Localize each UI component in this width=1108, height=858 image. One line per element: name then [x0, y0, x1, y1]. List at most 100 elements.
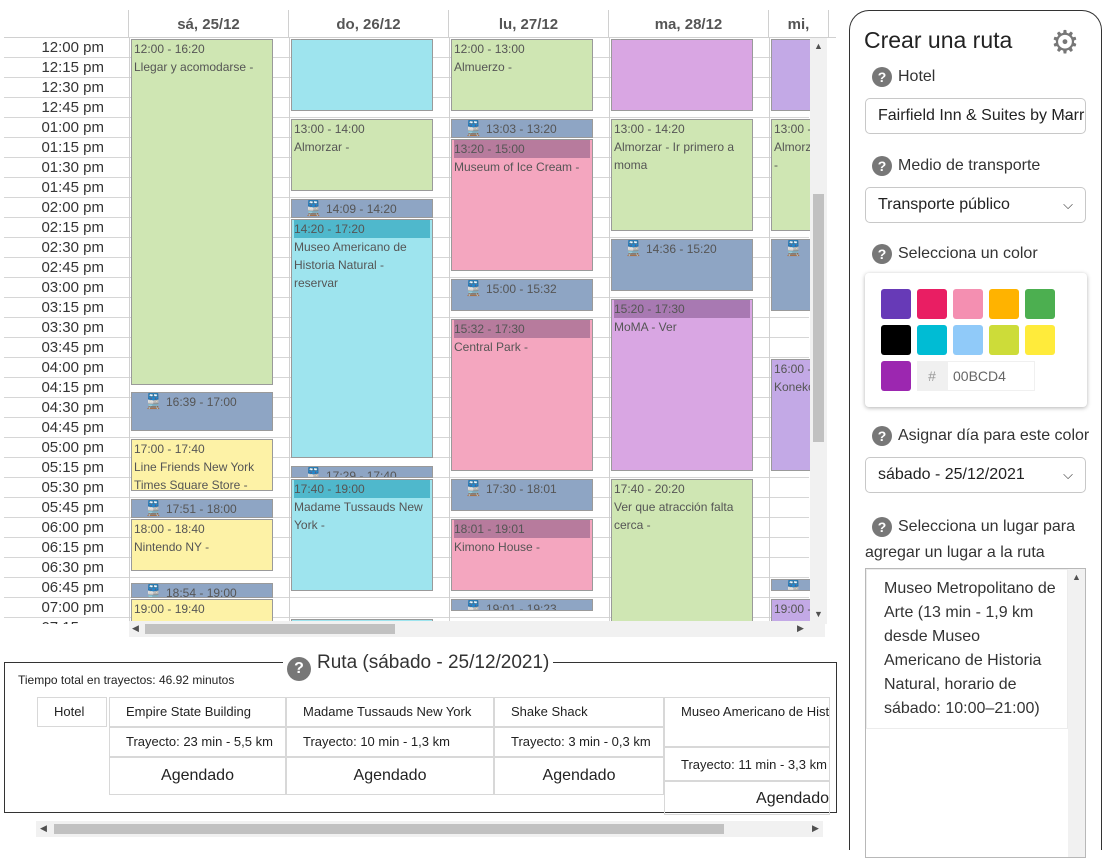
color-swatch[interactable]: [917, 325, 947, 355]
route-stop-name[interactable]: Madame Tussauds New York: [286, 697, 494, 727]
transit-event[interactable]: 🚆 18:54 - 19:00: [131, 583, 273, 598]
help-icon[interactable]: ?: [872, 516, 892, 537]
time-label: 12:30 pm: [41, 79, 104, 96]
color-swatch[interactable]: [953, 289, 983, 319]
day-select[interactable]: sábado - 25/12/2021 ⌵: [865, 457, 1086, 493]
event-time: 🚆 17:51 - 18:00: [134, 500, 270, 517]
day-header-mon[interactable]: lu, 27/12: [449, 10, 609, 38]
event-title: Central Park -: [454, 340, 529, 354]
color-swatch[interactable]: [989, 289, 1019, 319]
event-time: 🚆 15:00 - 15:32: [454, 280, 590, 298]
calendar-event[interactable]: 13:00 - 14:20 Almorzar -: [771, 119, 811, 232]
calendar-event[interactable]: [291, 39, 433, 112]
route-stop-name[interactable]: Shake Shack: [494, 697, 664, 727]
route-panel: ? Ruta (sábado - 25/12/2021) Tiempo total…: [4, 649, 837, 815]
transit-event[interactable]: 🚆 17:30 - 18:01: [451, 479, 593, 512]
transit-event[interactable]: 🚆 14:36 - 15:20: [611, 239, 753, 292]
color-swatch[interactable]: [1025, 289, 1055, 319]
gear-icon[interactable]: ⚙: [1048, 25, 1082, 59]
route-origin-hotel[interactable]: Hotel: [37, 697, 107, 727]
day-header-wed[interactable]: mi,: [769, 10, 829, 38]
time-label: 12:15 pm: [41, 59, 104, 76]
transit-event[interactable]: 🚆 17:29 - 17:40: [291, 465, 433, 478]
transit-event[interactable]: 🚆: [771, 579, 811, 592]
calendar-hscroll-thumb[interactable]: [145, 624, 395, 634]
route-hscroll-thumb[interactable]: [54, 824, 724, 834]
calendar-event[interactable]: [611, 39, 753, 112]
calendar-event[interactable]: 13:20 - 15:00 Museum of Ice Cream -: [451, 139, 593, 272]
calendar-event[interactable]: 17:40 - 20:20 Ver que atracción falta cer…: [611, 479, 753, 624]
scroll-up-arrow-icon[interactable]: ▲: [1072, 572, 1081, 582]
transit-event[interactable]: 🚆 13:03 - 13:20: [451, 119, 593, 138]
place-option[interactable]: Museo Metropolitano de Arte (13 min - 1,…: [866, 569, 1068, 729]
color-swatch[interactable]: [881, 361, 911, 391]
transport-select[interactable]: Transporte público ⌵: [865, 187, 1086, 223]
calendar-event[interactable]: 17:40 - 19:00 Madame Tussauds New York -: [291, 479, 433, 592]
route-horizontal-scrollbar[interactable]: ◀ ▶: [36, 821, 823, 837]
scroll-up-arrow-icon[interactable]: ▲: [814, 41, 823, 51]
calendar-event[interactable]: 15:32 - 17:30 Central Park -: [451, 319, 593, 472]
calendar-event[interactable]: 18:01 - 19:01 Kimono House -: [451, 519, 593, 592]
help-icon[interactable]: ?: [872, 244, 892, 264]
train-icon: 🚆: [144, 393, 163, 411]
hotel-select-value: Fairfield Inn & Suites by Marriott New Y…: [878, 107, 1085, 124]
color-swatch[interactable]: [881, 289, 911, 319]
transit-event[interactable]: 🚆 14:09 - 14:20: [291, 199, 433, 218]
calendar-grid[interactable]: 12:00 pm 12:15 pm 12:30 pm 12:45 pm 01:00 pm…: [4, 38, 836, 624]
transit-event[interactable]: 🚆: [771, 239, 811, 312]
help-icon[interactable]: ?: [287, 657, 311, 681]
help-icon[interactable]: ?: [872, 156, 892, 176]
route-stop-status[interactable]: Agendado: [664, 781, 830, 815]
color-swatch[interactable]: [917, 289, 947, 319]
place-label-text: Selecciona un lugar para agregar un luga…: [865, 518, 1076, 561]
header-corner: [4, 10, 129, 38]
color-swatch[interactable]: [989, 325, 1019, 355]
route-stop-name[interactable]: Empire State Building: [109, 697, 286, 727]
places-listbox[interactable]: Museo Metropolitano de Arte (13 min - 1,…: [865, 568, 1086, 858]
color-swatch[interactable]: [953, 325, 983, 355]
transit-event[interactable]: 🚆 17:51 - 18:00: [131, 499, 273, 518]
calendar-event[interactable]: 15:20 - 17:30 MoMA - Ver: [611, 299, 753, 472]
transit-event[interactable]: 🚆 19:01 - 19:23: [451, 599, 593, 612]
route-stop-name[interactable]: Museo Americano de Historia Natural: [664, 697, 830, 747]
event-title: Koneko: [774, 380, 811, 394]
scroll-down-arrow-icon[interactable]: ▼: [814, 609, 823, 619]
time-label: 05:15 pm: [41, 459, 104, 476]
scroll-right-arrow-icon[interactable]: ▶: [812, 823, 819, 834]
day-header-sat[interactable]: sá, 25/12: [129, 10, 289, 38]
calendar-event[interactable]: 16:00 - Koneko: [771, 359, 811, 472]
calendar-event[interactable]: 12:00 - 16:20 Llegar y acomodarse -: [131, 39, 273, 385]
calendar-vertical-scrollbar[interactable]: ▲ ▼: [810, 38, 827, 624]
calendar-event[interactable]: 13:00 - 14:20 Almorzar - Ir primero a mom…: [611, 119, 753, 232]
help-icon[interactable]: ?: [872, 426, 892, 446]
transit-event[interactable]: 🚆 16:39 - 17:00: [131, 392, 273, 432]
color-swatch[interactable]: [881, 325, 911, 355]
calendar-horizontal-scrollbar[interactable]: ◀ ▶: [129, 621, 825, 637]
calendar-event[interactable]: 17:00 - 17:40 Line Friends New York Times…: [131, 439, 273, 492]
event-title: Ver que atracción falta cerca -: [614, 500, 734, 532]
calendar-event[interactable]: 13:00 - 14:00 Almorzar -: [291, 119, 433, 192]
transit-event[interactable]: 🚆 15:00 - 15:32: [451, 279, 593, 312]
day-header-tue[interactable]: ma, 28/12: [609, 10, 769, 38]
event-title: Madame Tussauds New York -: [294, 500, 423, 532]
route-stop-status[interactable]: Agendado: [494, 757, 664, 795]
hotel-select[interactable]: Fairfield Inn & Suites by Marriott New Y…: [865, 98, 1086, 134]
calendar-vscroll-thumb[interactable]: [813, 194, 824, 442]
route-stop-trip: Trayecto: 23 min - 5,5 km: [109, 727, 286, 757]
help-icon[interactable]: ?: [872, 67, 892, 87]
listbox-scrollbar[interactable]: ▲: [1068, 569, 1085, 857]
route-stop-status[interactable]: Agendado: [286, 757, 494, 795]
event-time: 15:32 - 17:30: [454, 320, 590, 338]
calendar-event[interactable]: 14:20 - 17:20 Museo Americano de Historia…: [291, 219, 433, 458]
color-swatch[interactable]: [1025, 325, 1055, 355]
calendar-event[interactable]: 18:00 - 18:40 Nintendo NY -: [131, 519, 273, 572]
scroll-left-arrow-icon[interactable]: ◀: [132, 623, 139, 634]
day-header-sun[interactable]: do, 26/12: [289, 10, 449, 38]
event-time-text: 15:00 - 15:32: [486, 282, 557, 296]
hex-color-input[interactable]: 00BCD4: [947, 361, 1035, 391]
calendar-event[interactable]: 12:00 - 13:00 Almuerzo -: [451, 39, 593, 112]
route-stop-status[interactable]: Agendado: [109, 757, 286, 795]
scroll-right-arrow-icon[interactable]: ▶: [797, 623, 804, 634]
calendar-event[interactable]: [771, 39, 811, 112]
scroll-left-arrow-icon[interactable]: ◀: [40, 823, 47, 834]
